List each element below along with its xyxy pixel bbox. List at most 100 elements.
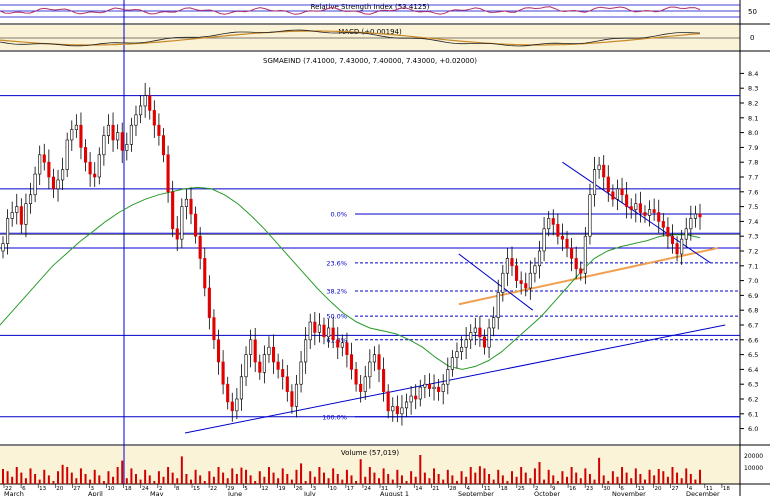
x-day-label: 12 (261, 486, 268, 492)
x-day-label: 8 (176, 486, 180, 492)
candle-body (51, 176, 55, 190)
candle-body (404, 401, 409, 409)
volume-bar (300, 463, 303, 484)
volume-bar (611, 471, 614, 484)
candle-body (496, 292, 500, 318)
volume-bar (446, 469, 449, 484)
volume-bar (529, 478, 532, 484)
candle-body (446, 369, 450, 385)
candle-body (661, 221, 665, 228)
volume-bar (277, 478, 280, 484)
volume-bar (153, 481, 156, 484)
candle-body (615, 188, 620, 200)
candle-body (74, 124, 78, 130)
volume-bar (116, 467, 119, 484)
x-month-label: September (458, 490, 494, 496)
volume-bar (396, 469, 399, 484)
candle-body (308, 321, 312, 341)
volume-bar (497, 469, 500, 484)
candle-body (505, 258, 509, 274)
candle-body (230, 401, 234, 412)
volume-bar (130, 468, 133, 484)
candle-body (560, 235, 564, 240)
rsi-tick-label: 50 (748, 8, 757, 16)
volume-bar (694, 479, 697, 484)
candle-body (395, 406, 399, 415)
x-month-label: April (88, 490, 103, 496)
volume-bar (400, 475, 403, 484)
candle-body (194, 213, 198, 237)
volume-bar (309, 471, 312, 484)
candle-body (349, 354, 354, 370)
volume-bar (414, 476, 417, 484)
y-tick-label: 8.0 (748, 129, 758, 137)
volume-bar (478, 466, 481, 484)
volume-bar (93, 469, 96, 484)
y-tick-label: 6.2 (748, 396, 758, 404)
volume-bar (483, 468, 486, 484)
y-tick-label: 6.7 (748, 322, 758, 330)
y-tick-label: 7.9 (748, 144, 758, 152)
candle-body (19, 206, 23, 225)
volume-bar (235, 474, 238, 484)
volume-bar (455, 481, 458, 484)
x-month-label: December (686, 490, 720, 496)
volume-bar (616, 476, 619, 484)
candle-body (61, 169, 65, 181)
volume-bar (666, 476, 669, 484)
candle-body (244, 354, 248, 378)
candle-body (359, 383, 363, 392)
y-tick-label: 7.0 (748, 277, 758, 285)
candle-body (606, 176, 610, 193)
volume-bar (176, 478, 179, 484)
volume-bar (428, 478, 431, 484)
volume-bar (350, 475, 353, 484)
price-title: SGMAEIND (7.41000, 7.43000, 7.40000, 7.4… (263, 57, 477, 65)
candle-body (547, 218, 551, 230)
volume-bar (231, 468, 234, 484)
volume-bar (295, 469, 298, 484)
candle-body (478, 327, 482, 338)
volume-bar (240, 467, 243, 484)
candle-body (354, 369, 358, 385)
volume-bar (47, 475, 50, 484)
candle-body (675, 243, 679, 255)
candle-body (65, 139, 69, 170)
y-tick-label: 6.9 (748, 292, 758, 300)
volume-bar (368, 467, 371, 484)
volume-bar (327, 478, 330, 484)
volume-bar (112, 476, 115, 484)
y-tick-label: 7.7 (748, 174, 758, 182)
candle-body (79, 124, 83, 148)
candle-body (290, 391, 294, 407)
volume-bar (171, 472, 174, 484)
candle-body (42, 154, 46, 163)
x-day-label: 17 (347, 486, 354, 492)
candle-body (400, 407, 404, 415)
volume-bar (190, 479, 193, 484)
volume-bar (245, 469, 248, 484)
volume-bar (199, 475, 202, 484)
volume-bar (648, 469, 651, 484)
candle-body (459, 346, 464, 352)
volume-bar (249, 475, 252, 484)
volume-bar (579, 478, 582, 484)
candle-body (10, 212, 14, 219)
x-day-label: 18 (125, 486, 132, 492)
volume-bar (66, 467, 69, 484)
volume-bar (465, 476, 468, 484)
y-tick-label: 6.5 (748, 351, 758, 359)
volume-bar (194, 469, 197, 484)
volume-bar (313, 476, 316, 484)
candle-body (125, 144, 129, 151)
candle-body (524, 283, 528, 289)
volume-bar (501, 475, 504, 484)
candle-body (427, 383, 432, 389)
y-tick-label: 6.3 (748, 381, 758, 389)
volume-bar (474, 472, 477, 484)
candle-body (680, 238, 684, 255)
candle-body (249, 339, 253, 355)
candle-body (281, 369, 285, 378)
candle-body (437, 386, 441, 392)
candle-body (570, 247, 574, 259)
